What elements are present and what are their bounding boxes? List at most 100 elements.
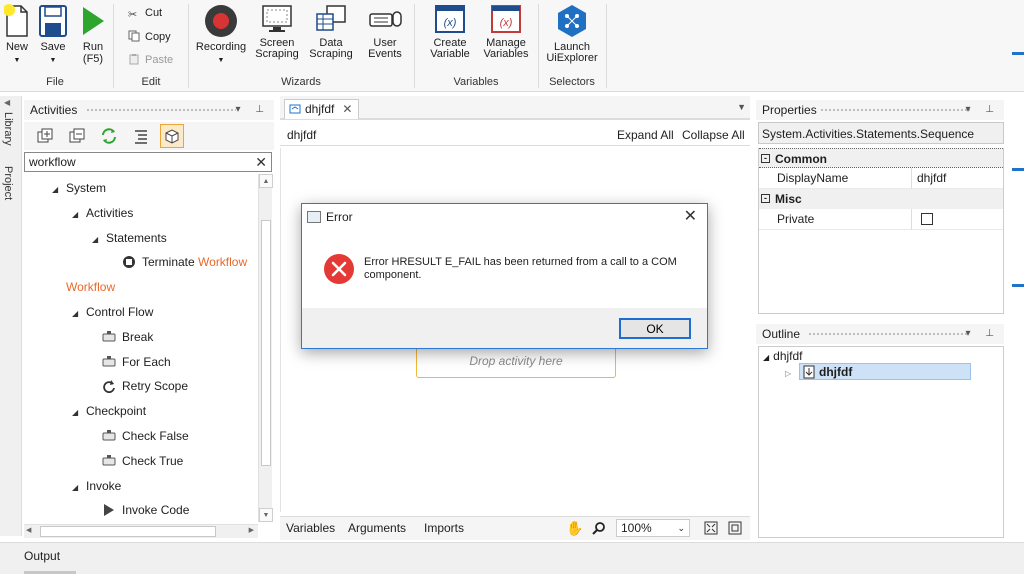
property-category-common[interactable]: - Common	[759, 148, 1003, 168]
scroll-thumb[interactable]	[40, 526, 216, 537]
activities-horizontal-scrollbar[interactable]: ◀ ▶	[24, 524, 258, 538]
tree-item[interactable]: Retry Scope	[102, 376, 188, 396]
panel-pin-icon[interactable]: ▾ ⊥	[965, 324, 1000, 344]
scroll-down-icon[interactable]: ▼	[259, 508, 273, 522]
edge-mark	[1012, 52, 1024, 55]
drop-activity-zone[interactable]: Drop activity here	[416, 346, 616, 378]
expand-all-icon[interactable]	[36, 127, 54, 145]
collapsed-arrow-icon[interactable]: ▷	[785, 369, 791, 378]
collapse-category-icon[interactable]: -	[761, 194, 770, 203]
close-icon[interactable]: ✕	[684, 204, 697, 230]
screen-scraping-button[interactable]: Screen Scraping	[252, 4, 302, 60]
ribbon-separator	[414, 4, 415, 88]
tab-dropdown-icon[interactable]: ▼	[737, 102, 746, 112]
selected-object-type: System.Activities.Statements.Sequence	[758, 122, 1004, 144]
scroll-thumb[interactable]	[261, 220, 271, 466]
wizards-group: Recording ▼ Screen Scraping Data Scrapin…	[190, 0, 412, 92]
manage-variables-button[interactable]: (x) Manage Variables	[478, 4, 534, 60]
paste-button[interactable]: Paste	[128, 53, 173, 66]
dialog-title-bar: Error ✕	[302, 204, 707, 230]
private-checkbox[interactable]	[921, 213, 933, 225]
outline-child-node[interactable]: ▷ dhjfdf	[785, 363, 997, 381]
clear-search-icon[interactable]: ✕	[255, 154, 267, 171]
panel-pin-icon[interactable]: ▾ ⊥	[235, 100, 270, 120]
cut-icon: ✂	[128, 9, 138, 21]
record-icon	[205, 5, 237, 37]
scroll-up-icon[interactable]: ▲	[259, 174, 273, 188]
arguments-tab[interactable]: Arguments	[348, 517, 406, 539]
overview-map-icon[interactable]	[728, 521, 742, 535]
variables-group: (x) Create Variable (x) Manage Variables…	[416, 0, 536, 92]
expanded-arrow-icon[interactable]: ◢	[92, 230, 106, 250]
collapse-category-icon[interactable]: -	[761, 154, 770, 163]
zoom-level-select[interactable]: 100% ⌄	[616, 519, 690, 537]
expanded-arrow-icon[interactable]: ◢	[72, 403, 86, 423]
zoom-magnifier-icon[interactable]	[592, 521, 606, 535]
recording-button[interactable]: Recording ▼	[192, 4, 250, 66]
library-tab[interactable]: Library	[2, 112, 14, 146]
outline-header: Outline ▾ ⊥	[756, 324, 1004, 344]
property-row-displayname[interactable]: DisplayName dhjfdf	[759, 168, 1003, 189]
pan-hand-icon[interactable]: ✋	[566, 517, 583, 539]
collapse-all-icon[interactable]	[68, 127, 86, 145]
tree-item[interactable]: ◢ Activities	[72, 203, 133, 223]
tree-item[interactable]: ◢ System	[52, 178, 106, 198]
list-view-icon[interactable]	[132, 127, 150, 145]
copy-button[interactable]: Copy	[128, 30, 171, 43]
document-tab[interactable]: dhjfdf ✕	[284, 99, 360, 119]
ok-button[interactable]: OK	[619, 318, 691, 339]
expanded-arrow-icon[interactable]: ◢	[72, 205, 86, 225]
activities-vertical-scrollbar[interactable]: ▲ ▼	[258, 174, 273, 522]
panel-pin-icon[interactable]: ▾ ⊥	[965, 100, 1000, 120]
new-button[interactable]: New ▼	[2, 4, 32, 66]
save-button[interactable]: Save ▼	[38, 4, 68, 66]
expand-all-link[interactable]: Expand All	[617, 124, 674, 146]
scroll-right-icon[interactable]: ▶	[249, 526, 254, 534]
close-tab-icon[interactable]: ✕	[342, 102, 352, 116]
fit-to-screen-icon[interactable]	[704, 521, 718, 535]
refresh-icon[interactable]	[100, 127, 118, 145]
tree-item[interactable]: Invoke Code	[102, 500, 189, 520]
property-value-input[interactable]: dhjfdf	[911, 168, 1003, 189]
tree-item[interactable]: Check True	[102, 451, 183, 471]
activities-search-input[interactable]	[25, 153, 245, 171]
run-button[interactable]: Run (F5)	[78, 4, 108, 65]
create-variable-button[interactable]: (x) Create Variable	[422, 4, 478, 60]
expanded-arrow-icon[interactable]: ◢	[72, 478, 86, 498]
tree-item[interactable]: For Each	[102, 352, 171, 372]
tree-item-label: Activities	[86, 205, 134, 220]
tree-item-label: Terminate	[142, 255, 199, 270]
user-events-button[interactable]: User Events	[360, 4, 410, 60]
variables-tab[interactable]: Variables	[286, 517, 335, 539]
tree-item-label: For Each	[122, 354, 171, 369]
tree-item[interactable]: ◢ Control Flow	[72, 302, 153, 322]
outline-title: Outline	[762, 327, 801, 341]
tree-item[interactable]: Workflow	[66, 277, 115, 297]
tree-item[interactable]: ◢ Invoke	[72, 476, 121, 496]
cut-button[interactable]: ✂ Cut	[128, 7, 162, 21]
activity-icon	[102, 430, 116, 441]
available-activities-button[interactable]	[160, 124, 184, 148]
property-row-private[interactable]: Private	[759, 209, 1003, 230]
expanded-arrow-icon[interactable]: ◢	[763, 353, 769, 362]
property-category-misc[interactable]: - Misc	[759, 189, 1003, 209]
svg-text:(x): (x)	[500, 17, 513, 29]
variables-group-label: Variables	[453, 76, 499, 88]
collapse-all-link[interactable]: Collapse All	[682, 124, 745, 146]
tree-item[interactable]: Break	[102, 327, 153, 347]
tree-item-label: Invoke	[86, 478, 122, 493]
tree-item[interactable]: ◢ Checkpoint	[72, 401, 146, 421]
outline-child-label: dhjfdf	[819, 365, 853, 379]
tree-item[interactable]: ◢ Statements	[92, 228, 167, 248]
scroll-left-icon[interactable]: ◀	[26, 526, 31, 534]
data-scraping-button[interactable]: Data Scraping	[306, 4, 356, 60]
imports-tab[interactable]: Imports	[424, 517, 464, 539]
project-tab[interactable]: Project	[2, 166, 14, 200]
tree-item[interactable]: Terminate Workflow	[122, 252, 247, 272]
tree-item[interactable]: Check False	[102, 426, 189, 446]
expanded-arrow-icon[interactable]: ◢	[52, 180, 66, 200]
output-tab[interactable]: Output	[24, 549, 60, 563]
expanded-arrow-icon[interactable]: ◢	[72, 304, 86, 324]
tree-item-label: Check False	[122, 429, 189, 443]
launch-uiexplorer-button[interactable]: Launch UiExplorer	[542, 4, 602, 64]
